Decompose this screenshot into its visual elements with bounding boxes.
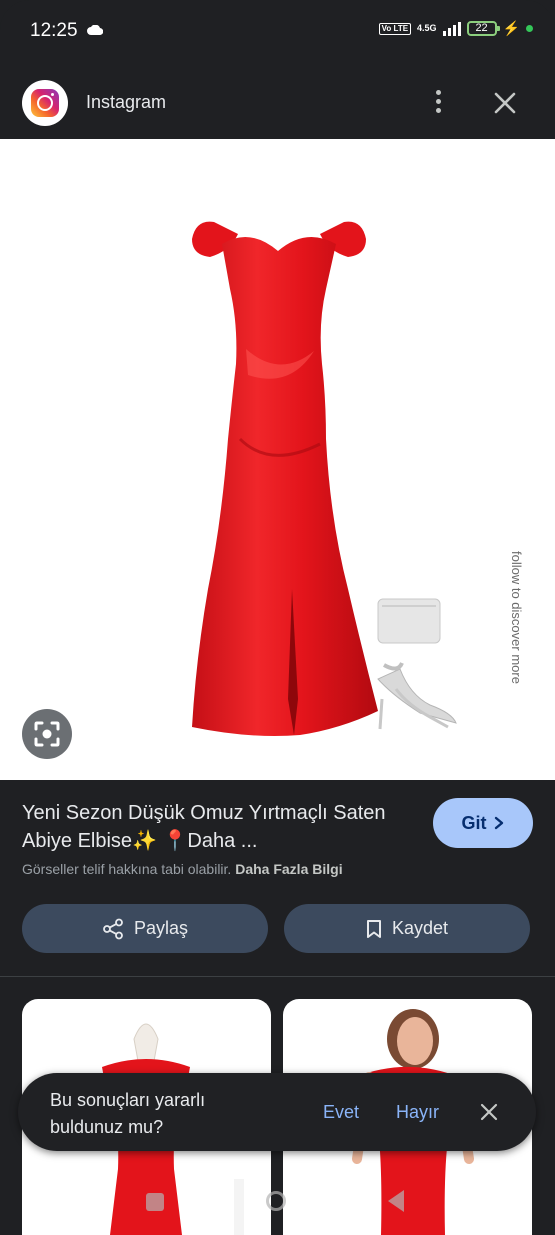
charging-icon: ⚡: [502, 20, 520, 36]
more-options-icon[interactable]: [428, 90, 448, 118]
feedback-yes-button[interactable]: Evet: [323, 1102, 359, 1123]
learn-more-link[interactable]: Daha Fazla Bilgi: [235, 861, 342, 877]
visit-button[interactable]: Git: [433, 798, 533, 848]
dress-image: follow to discover more: [192, 221, 524, 736]
volte-icon: Vo LTE: [378, 22, 412, 35]
feedback-no-button[interactable]: Hayır: [396, 1102, 439, 1123]
status-icons: Vo LTE 4.5G 22 ⚡: [378, 20, 533, 37]
close-icon[interactable]: [492, 90, 518, 116]
notice-text: Görseller telif hakkına tabi olabilir.: [22, 861, 232, 877]
lens-search-button[interactable]: [22, 709, 72, 759]
app-bar: Instagram: [0, 64, 555, 139]
source-title[interactable]: Instagram: [86, 92, 166, 113]
cloud-icon: [87, 25, 103, 35]
feedback-question: Bu sonuçları yararlı buldunuz mu?: [50, 1090, 206, 1137]
bookmark-icon: [366, 919, 381, 938]
result-image[interactable]: follow to discover more: [0, 139, 555, 780]
instagram-logo-icon: [22, 80, 68, 126]
watermark-text: follow to discover more: [509, 551, 524, 684]
save-label: Kaydet: [391, 918, 449, 938]
signal-icon: [442, 21, 461, 36]
copyright-notice: Görseller telif hakkına tabi olabilir. D…: [22, 861, 343, 877]
feedback-snackbar: Bu sonuçları yararlı buldunuz mu? Evet H…: [18, 1073, 536, 1151]
share-icon: [103, 918, 123, 939]
battery-icon: 22: [466, 21, 500, 36]
network-type: 4.5G: [417, 23, 437, 33]
close-icon[interactable]: [480, 1103, 498, 1121]
visit-label: Git: [461, 812, 487, 833]
result-info: Yeni Sezon Düşük Omuz Yırtmaçlı Saten Ab…: [0, 780, 555, 975]
status-time: 12:25: [30, 20, 78, 41]
lens-icon: [34, 721, 60, 747]
share-label: Paylaş: [133, 918, 189, 938]
save-button[interactable]: Kaydet: [284, 904, 530, 953]
status-bar: 12:25 Vo LTE 4.5G 22 ⚡: [0, 0, 555, 64]
divider: [0, 976, 555, 977]
privacy-dot-icon: [526, 25, 533, 32]
result-title[interactable]: Yeni Sezon Düşük Omuz Yırtmaçlı Saten Ab…: [22, 799, 407, 855]
chevron-right-icon: [494, 816, 503, 830]
share-button[interactable]: Paylaş: [22, 904, 268, 953]
